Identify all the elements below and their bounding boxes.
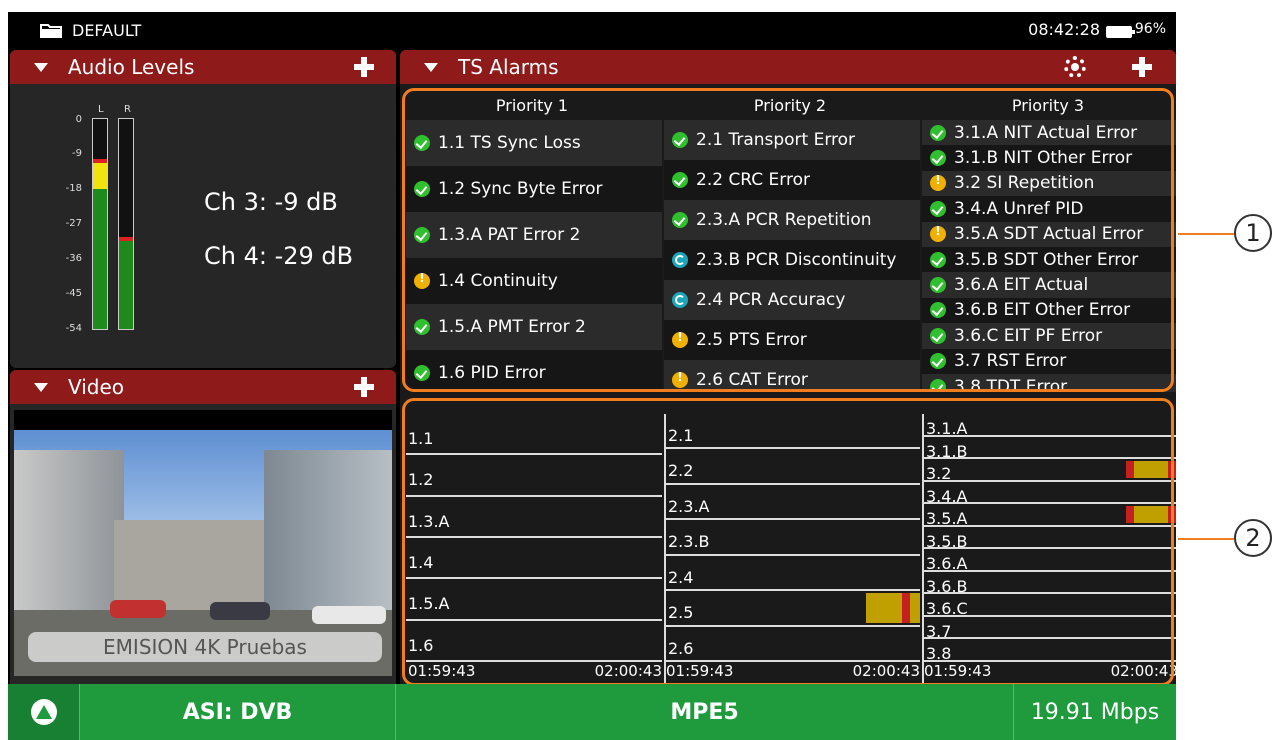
scale-label: -54	[65, 323, 82, 334]
callout-ring-2	[402, 398, 1174, 686]
preview-car	[210, 602, 270, 620]
right-channel-label: R	[124, 104, 131, 115]
service-selector[interactable]: MPE5	[396, 684, 1014, 740]
left-channel-label: L	[98, 104, 104, 115]
callout-line-2	[1178, 538, 1234, 540]
gear-icon[interactable]	[1064, 56, 1086, 78]
preview-car	[312, 606, 386, 624]
add-icon[interactable]	[1132, 57, 1152, 77]
ch3-level: Ch 3: -9 dB	[204, 188, 338, 216]
audio-panel-header[interactable]: Audio Levels	[10, 50, 396, 84]
scale-label: -9	[72, 148, 82, 159]
preview-building-right	[264, 450, 392, 620]
callout-2: 2	[1234, 519, 1272, 557]
callout-1: 1	[1234, 214, 1272, 252]
collapse-triangle-icon[interactable]	[34, 62, 48, 72]
video-panel-header[interactable]: Video	[10, 370, 396, 404]
bottom-status-bar: ASI: DVB MPE5 19.91 Mbps	[8, 684, 1176, 740]
meter-yellow	[93, 161, 107, 189]
alarms-panel-title: TS Alarms	[458, 55, 559, 79]
db-scale: 0 -9 -18 -27 -36 -45 -54	[10, 110, 90, 360]
home-button[interactable]	[8, 684, 80, 740]
callout-ring-1	[402, 88, 1174, 392]
logo-icon	[30, 699, 57, 725]
status-bar: DEFAULT 08:42:28 96%	[8, 12, 1176, 48]
device-screen: DEFAULT 08:42:28 96% Audio Levels 0 -9 -…	[8, 12, 1176, 740]
input-selector[interactable]: ASI: DVB	[80, 684, 396, 740]
scale-label: -27	[65, 218, 82, 229]
right-level-meter	[118, 118, 134, 330]
scale-label: 0	[75, 114, 82, 125]
ch4-level: Ch 4: -29 dB	[204, 242, 354, 270]
scale-label: -36	[65, 253, 82, 264]
audio-panel-title: Audio Levels	[68, 55, 195, 79]
preview-car	[110, 600, 166, 618]
video-preview[interactable]: EMISION 4K Pruebas	[14, 410, 392, 676]
add-icon[interactable]	[354, 377, 374, 397]
profile-name[interactable]: DEFAULT	[72, 21, 141, 40]
clock: 08:42:28	[1028, 20, 1100, 39]
left-level-meter	[92, 118, 108, 330]
add-icon[interactable]	[354, 57, 374, 77]
meter-peak	[93, 159, 107, 163]
scale-label: -18	[65, 183, 82, 194]
alarms-panel-header[interactable]: TS Alarms	[400, 50, 1176, 84]
service-caption: EMISION 4K Pruebas	[28, 632, 382, 662]
meter-peak	[119, 237, 133, 241]
bitrate-display: 19.91 Mbps	[1030, 699, 1160, 725]
meter-green	[119, 239, 133, 329]
folder-icon[interactable]	[40, 22, 62, 38]
scale-label: -45	[65, 288, 82, 299]
callout-line-1	[1178, 233, 1234, 235]
battery-percent: 96%	[1134, 21, 1166, 37]
ts-alarms-panel: TS Alarms Priority 1 Priority 2 Priority…	[400, 50, 1176, 690]
meter-green	[93, 189, 107, 329]
collapse-triangle-icon[interactable]	[34, 382, 48, 392]
preview-building-left	[14, 450, 124, 610]
video-panel: Video EMISION 4K Pruebas	[10, 370, 396, 690]
collapse-triangle-icon[interactable]	[424, 62, 438, 72]
video-panel-title: Video	[68, 375, 125, 399]
battery-icon	[1106, 26, 1135, 38]
audio-levels-panel: Audio Levels 0 -9 -18 -27 -36 -45 -54 L …	[10, 50, 396, 368]
